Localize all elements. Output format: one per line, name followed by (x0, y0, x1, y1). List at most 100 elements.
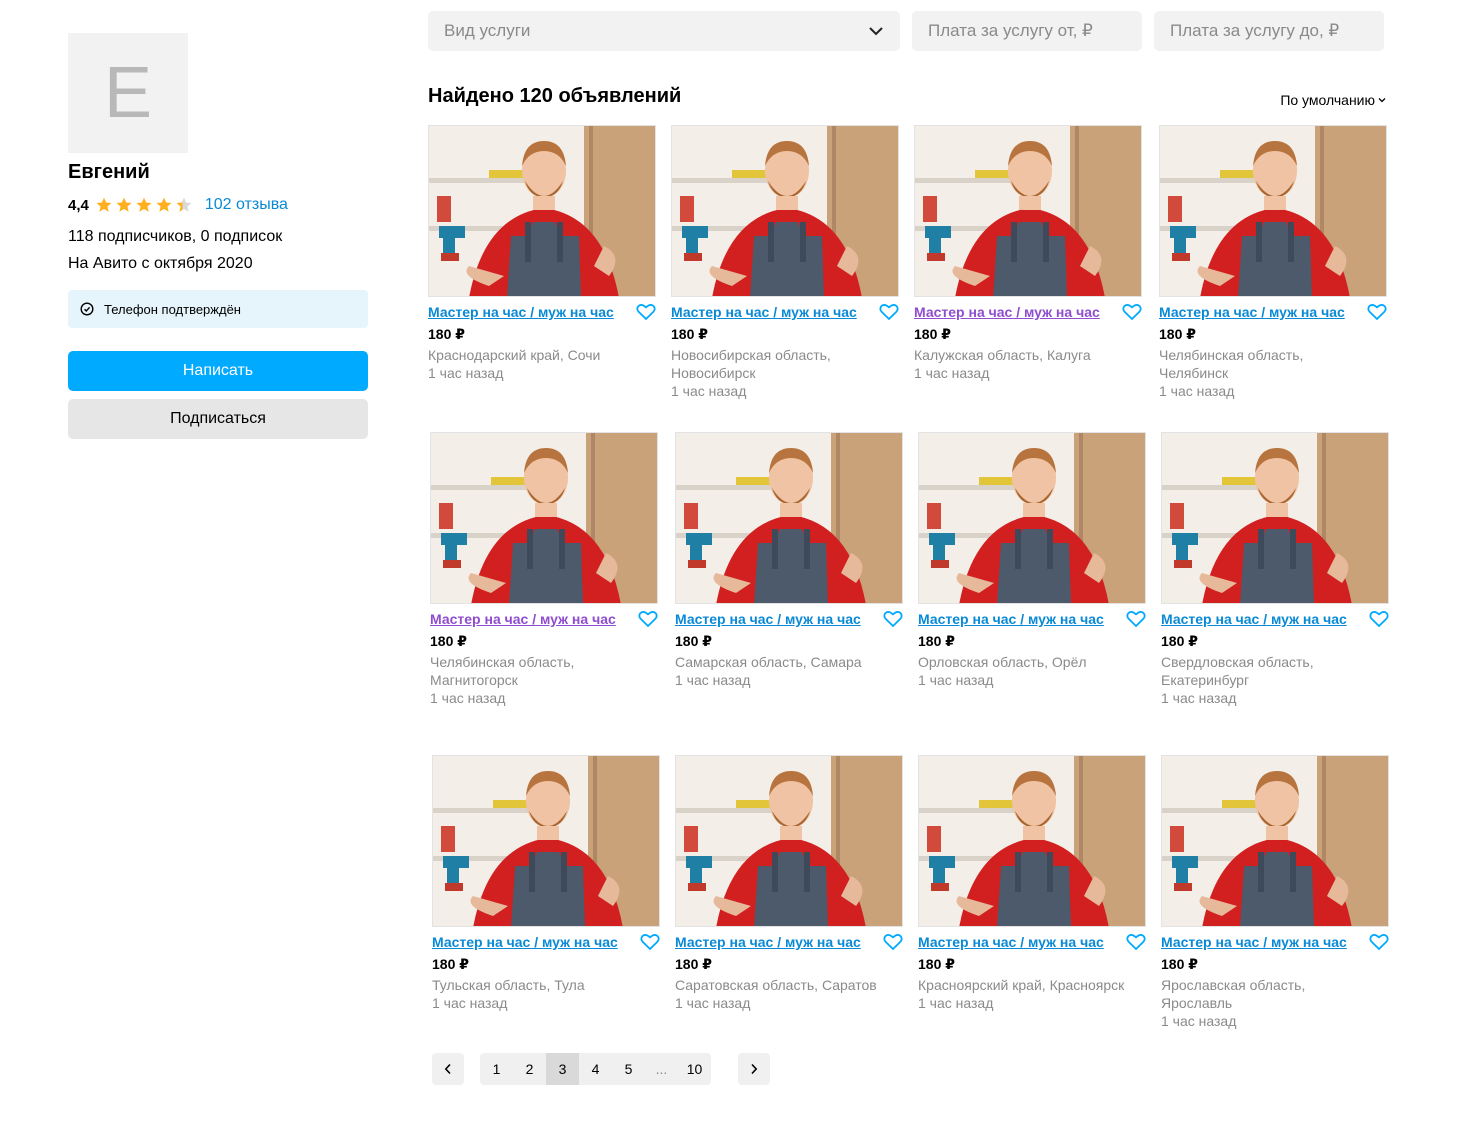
listing-photo (919, 756, 1145, 926)
price-to-input[interactable]: Плата за услугу до, ₽ (1154, 11, 1384, 51)
listing-title-link[interactable]: Мастер на час / муж на час (428, 304, 614, 320)
favorite-heart-icon[interactable] (1126, 610, 1146, 628)
page-button[interactable]: 5 (612, 1053, 645, 1085)
listing-card[interactable]: Мастер на час / муж на час 180 ₽ Саратовск… (675, 755, 905, 1013)
listing-card[interactable]: Мастер на час / муж на час 180 ₽ Тульская … (432, 755, 662, 1013)
listing-price: 180 ₽ (1161, 633, 1198, 649)
service-type-select[interactable]: Вид услуги (428, 11, 900, 51)
sort-label: По умолчанию (1280, 92, 1375, 108)
service-type-label: Вид услуги (444, 21, 531, 40)
listing-title-row: Мастер на час / муж на час (1161, 610, 1391, 628)
listing-price: 180 ₽ (675, 633, 712, 649)
star-icon (116, 197, 132, 212)
listing-card[interactable]: Мастер на час / муж на час 180 ₽ Челябинск… (430, 432, 660, 708)
listing-price: 180 ₽ (918, 956, 955, 972)
listing-thumbnail[interactable] (1161, 755, 1389, 927)
star-icon (156, 197, 172, 212)
favorite-heart-icon[interactable] (640, 933, 660, 951)
listing-title-link[interactable]: Мастер на час / муж на час (918, 611, 1104, 627)
listing-location: Новосибирская область, Новосибирск (671, 347, 831, 381)
listing-title-link[interactable]: Мастер на час / муж на час (1161, 611, 1347, 627)
listing-card[interactable]: Мастер на час / муж на час 180 ₽ Калужская… (914, 125, 1144, 383)
listing-location: Калужская область, Калуга (914, 347, 1091, 363)
listing-time: 1 час назад (918, 995, 994, 1011)
page-button[interactable]: 3 (546, 1053, 579, 1085)
listing-time: 1 час назад (432, 995, 508, 1011)
favorite-heart-icon[interactable] (638, 610, 658, 628)
favorite-heart-icon[interactable] (879, 303, 899, 321)
pagination-ellipsis: ... (655, 1061, 668, 1077)
listing-card[interactable]: Мастер на час / муж на час 180 ₽ Челябинск… (1159, 125, 1389, 401)
favorite-heart-icon[interactable] (1369, 610, 1389, 628)
page-button[interactable]: 1 (480, 1053, 513, 1085)
chevron-down-icon (1378, 98, 1386, 103)
chevron-right-icon (751, 1063, 758, 1075)
favorite-heart-icon[interactable] (883, 933, 903, 951)
price-from-input[interactable]: Плата за услугу от, ₽ (912, 11, 1142, 51)
listing-title-link[interactable]: Мастер на час / муж на час (430, 611, 616, 627)
listing-thumbnail[interactable] (675, 432, 903, 604)
favorite-heart-icon[interactable] (1369, 933, 1389, 951)
listing-photo (919, 433, 1145, 603)
listing-location: Краснодарский край, Сочи (428, 347, 601, 363)
listing-card[interactable]: Мастер на час / муж на час 180 ₽ Ярославск… (1161, 755, 1391, 1031)
listing-title-row: Мастер на час / муж на час (918, 610, 1148, 628)
listing-location: Красноярский край, Красноярск (918, 977, 1125, 993)
listing-time: 1 час назад (675, 672, 751, 688)
listing-thumbnail[interactable] (918, 432, 1146, 604)
listing-title-link[interactable]: Мастер на час / муж на час (918, 934, 1104, 950)
star-icon (136, 197, 152, 212)
listing-title-link[interactable]: Мастер на час / муж на час (675, 934, 861, 950)
favorite-heart-icon[interactable] (1367, 303, 1387, 321)
listing-title-row: Мастер на час / муж на час (671, 303, 901, 321)
sort-dropdown[interactable]: По умолчанию (1280, 92, 1386, 108)
listing-title-row: Мастер на час / муж на час (1161, 933, 1391, 951)
listing-title-link[interactable]: Мастер на час / муж на час (914, 304, 1100, 320)
listing-location: Орловская область, Орёл (918, 654, 1087, 670)
listing-location: Челябинская область, Магнитогорск (430, 654, 575, 688)
listing-thumbnail[interactable] (1159, 125, 1387, 297)
listing-thumbnail[interactable] (432, 755, 660, 927)
favorite-heart-icon[interactable] (1122, 303, 1142, 321)
subscribe-button[interactable]: Подписаться (68, 399, 368, 439)
listing-title-link[interactable]: Мастер на час / муж на час (1159, 304, 1345, 320)
listing-title-link[interactable]: Мастер на час / муж на час (671, 304, 857, 320)
listing-card[interactable]: Мастер на час / муж на час 180 ₽ Самарская… (675, 432, 905, 690)
listing-thumbnail[interactable] (918, 755, 1146, 927)
next-page-button[interactable] (738, 1053, 770, 1085)
listing-thumbnail[interactable] (914, 125, 1142, 297)
listing-card[interactable]: Мастер на час / муж на час 180 ₽ Новосибир… (671, 125, 901, 401)
listing-card[interactable]: Мастер на час / муж на час 180 ₽ Краснодар… (428, 125, 658, 383)
listing-location: Самарская область, Самара (675, 654, 862, 670)
listing-title-row: Мастер на час / муж на час (428, 303, 658, 321)
listing-location: Свердловская область, Екатеринбург (1161, 654, 1314, 688)
page-button[interactable]: 2 (513, 1053, 546, 1085)
listing-thumbnail[interactable] (675, 755, 903, 927)
favorite-heart-icon[interactable] (636, 303, 656, 321)
write-message-button[interactable]: Написать (68, 351, 368, 391)
listing-time: 1 час назад (428, 365, 504, 381)
check-circle-icon (80, 302, 94, 316)
page-button[interactable]: 4 (579, 1053, 612, 1085)
rating-row: 4,4 102 отзыва (68, 196, 368, 214)
listing-title-link[interactable]: Мастер на час / муж на час (675, 611, 861, 627)
listing-card[interactable]: Мастер на час / муж на час 180 ₽ Красноярс… (918, 755, 1148, 1013)
listing-thumbnail[interactable] (671, 125, 899, 297)
listing-thumbnail[interactable] (1161, 432, 1389, 604)
listing-price: 180 ₽ (671, 326, 708, 342)
listing-title-row: Мастер на час / муж на час (918, 933, 1148, 951)
price-from-placeholder: Плата за услугу от, ₽ (928, 21, 1093, 40)
listing-card[interactable]: Мастер на час / муж на час 180 ₽ Орловская… (918, 432, 1148, 690)
favorite-heart-icon[interactable] (1126, 933, 1146, 951)
listing-title-link[interactable]: Мастер на час / муж на час (432, 934, 618, 950)
listing-card[interactable]: Мастер на час / муж на час 180 ₽ Свердловс… (1161, 432, 1391, 708)
listing-photo (433, 756, 659, 926)
prev-page-button[interactable] (432, 1053, 464, 1085)
listing-title-link[interactable]: Мастер на час / муж на час (1161, 934, 1347, 950)
reviews-link[interactable]: 102 отзыва (205, 196, 288, 214)
listing-thumbnail[interactable] (428, 125, 656, 297)
chevron-left-icon (444, 1063, 451, 1075)
favorite-heart-icon[interactable] (883, 610, 903, 628)
page-button[interactable]: 10 (678, 1053, 711, 1085)
listing-thumbnail[interactable] (430, 432, 658, 604)
